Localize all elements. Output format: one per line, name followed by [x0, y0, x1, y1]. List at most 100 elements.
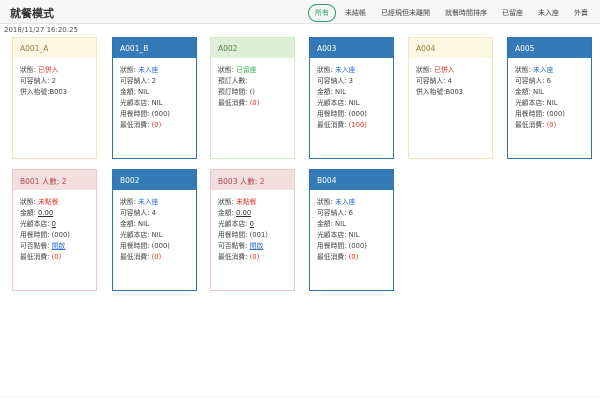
table-card-row: 最低消費: (0)	[218, 98, 287, 109]
table-card[interactable]: A002 狀態: 已留座 預訂人數: 預訂時間: () 最低消費: (0)	[210, 37, 295, 159]
table-card-row: 狀態: 已併入	[20, 65, 89, 76]
table-card-row: 用餐時間: (000)	[20, 230, 89, 241]
filter-reserved[interactable]: 已留座	[496, 4, 529, 22]
top-bar: 就餐模式 所有 未結帳 已經規但未離開 就餐時間排序 已留座 未入座 外賣	[0, 0, 600, 24]
row-value: 6	[546, 77, 551, 85]
table-card-row: 金額: NIL	[120, 219, 189, 230]
row-label: 狀態:	[120, 66, 139, 74]
table-card-title: B003 人數: 2	[211, 170, 294, 190]
row-value: 未入座	[138, 66, 159, 74]
row-label: 可容納人:	[120, 77, 152, 85]
table-card-row: 最低消費: (0)	[120, 252, 189, 263]
row-value: (0)	[249, 99, 260, 107]
table-card-row: 最低消費: (0)	[20, 252, 89, 263]
filter-not-seated[interactable]: 未入座	[532, 4, 565, 22]
row-value: (0)	[51, 253, 62, 261]
row-value: 未點餐	[236, 198, 257, 206]
table-card-row: 狀態: 未入座	[120, 65, 189, 76]
row-label: 可容納人:	[120, 209, 152, 217]
row-value: 已併入	[434, 66, 455, 74]
row-label: 可否點餐:	[20, 242, 52, 250]
table-card-row: 可容納人: 2	[20, 76, 89, 87]
table-card[interactable]: A001_A 狀態: 已併入 可容納人: 2 併入枱號:B003	[12, 37, 97, 159]
row-value[interactable]: 0	[52, 220, 56, 228]
row-label: 光顧本店:	[515, 99, 547, 107]
table-card[interactable]: A005 狀態: 未入座 可容納人: 6 金額: NIL 光顧本店: NIL 用餐時間: …	[507, 37, 592, 159]
row-label: 光顧本店:	[120, 231, 152, 239]
row-value[interactable]: 0	[250, 220, 254, 228]
row-label: 狀態:	[120, 198, 139, 206]
filter-sort-by-time[interactable]: 就餐時間排序	[439, 4, 493, 22]
row-value: NIL	[151, 231, 163, 239]
order-toggle-link[interactable]: 開啟	[250, 242, 264, 250]
row-label: 光顧本店:	[120, 99, 152, 107]
table-card-row: 最低消費: (0)	[317, 252, 386, 263]
table-card-row: 金額: NIL	[317, 219, 386, 230]
table-card[interactable]: A003 狀態: 未入座 可容納人: 3 金額: NIL 光顧本店: NIL 用餐時間: …	[309, 37, 394, 159]
table-card-row: 金額: NIL	[120, 87, 189, 98]
filter-paid-not-left[interactable]: 已經規但未離開	[375, 4, 436, 22]
row-value: 2	[151, 77, 156, 85]
table-card[interactable]: B002 狀態: 未入座 可容納人: 4 金額: NIL 光顧本店: NIL 用餐時間: …	[112, 169, 197, 291]
row-value: (000)	[546, 110, 565, 118]
page-title: 就餐模式	[10, 7, 54, 20]
row-value: (001)	[249, 231, 268, 239]
table-card-title: A002	[211, 38, 294, 58]
table-card-row: 光顧本店: 0	[218, 219, 287, 230]
table-card-row: 用餐時間: (000)	[120, 109, 189, 120]
row-label: 可容納人:	[416, 77, 448, 85]
table-card-body: 狀態: 已併入 可容納人: 2 併入枱號:B003	[13, 58, 96, 98]
row-value: (100)	[348, 121, 367, 129]
filter-all[interactable]: 所有	[308, 4, 336, 22]
table-card-row: 可否點餐: 開啟	[218, 241, 287, 252]
order-toggle-link[interactable]: 開啟	[52, 242, 66, 250]
table-card-row: 狀態: 未點餐	[218, 197, 287, 208]
table-card-row: 預訂人數:	[218, 76, 287, 87]
row-value: 未入座	[138, 198, 159, 206]
row-value[interactable]: 0.00	[236, 209, 251, 217]
row-value: B003	[49, 88, 68, 96]
filter-takeaway[interactable]: 外賣	[568, 4, 594, 22]
table-card-body: 狀態: 未入座 可容納人: 2 金額: NIL 光顧本店: NIL 用餐時間: (000…	[113, 58, 196, 131]
table-card[interactable]: B004 狀態: 未入座 可容納人: 6 金額: NIL 光顧本店: NIL 用餐時間: …	[309, 169, 394, 291]
filter-unpaid[interactable]: 未結帳	[339, 4, 372, 22]
row-value: 6	[348, 209, 353, 217]
timestamp: 2018/11/27 16:20:25	[4, 26, 79, 34]
row-value: NIL	[348, 99, 360, 107]
table-card-title: A005	[508, 38, 591, 58]
table-card-row: 光顧本店: NIL	[515, 98, 584, 109]
table-card-row: 用餐時間: (000)	[120, 241, 189, 252]
row-value: B003	[445, 88, 464, 96]
row-value: ()	[249, 88, 255, 96]
table-card-row: 可容納人: 4	[416, 76, 485, 87]
table-card-row: 金額: 0.00	[20, 208, 89, 219]
table-card[interactable]: B003 人數: 2 狀態: 未點餐 金額: 0.00 光顧本店: 0 用餐時間: (0…	[210, 169, 295, 291]
table-card[interactable]: A001_B 狀態: 未入座 可容納人: 2 金額: NIL 光顧本店: NIL 用餐時間…	[112, 37, 197, 159]
table-card-row: 可容納人: 6	[515, 76, 584, 87]
row-label: 狀態:	[20, 66, 39, 74]
table-card[interactable]: A004 狀態: 已併入 可容納人: 4 併入枱號:B003	[408, 37, 493, 159]
table-card-row: 最低消費: (0)	[218, 252, 287, 263]
row-label: 最低消費:	[317, 121, 349, 129]
row-label: 最低消費:	[218, 99, 250, 107]
table-card-row: 狀態: 已併入	[416, 65, 485, 76]
row-value: (0)	[151, 253, 162, 261]
table-card-row: 狀態: 未入座	[120, 197, 189, 208]
table-card[interactable]: B001 人數: 2 狀態: 未點餐 金額: 0.00 光顧本店: 0 用餐時間: (0…	[12, 169, 97, 291]
table-card-row: 狀態: 未入座	[317, 65, 386, 76]
row-label: 狀態:	[218, 66, 237, 74]
row-label: 用餐時間:	[317, 242, 349, 250]
table-card-row: 併入枱號:B003	[20, 87, 89, 98]
row-value: (0)	[348, 253, 359, 261]
table-card-title: A004	[409, 38, 492, 58]
row-value: NIL	[151, 99, 163, 107]
table-card-row: 用餐時間: (000)	[317, 109, 386, 120]
table-card-row: 狀態: 未入座	[515, 65, 584, 76]
table-card-title: B002	[113, 170, 196, 190]
row-value[interactable]: 0.00	[38, 209, 53, 217]
row-label: 金額:	[317, 88, 336, 96]
filter-bar: 所有 未結帳 已經規但未離開 就餐時間排序 已留座 未入座 外賣	[308, 4, 594, 22]
row-label: 光顧本店:	[317, 99, 349, 107]
row-value: (000)	[51, 231, 70, 239]
table-card-title: B004	[310, 170, 393, 190]
